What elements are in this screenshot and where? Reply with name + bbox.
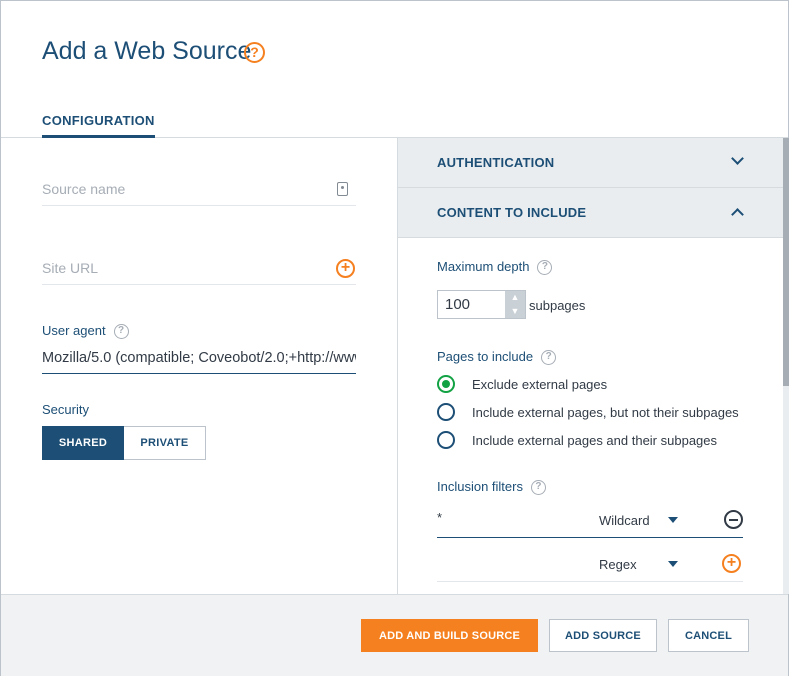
radio-button[interactable] bbox=[437, 431, 455, 449]
security-label: Security bbox=[42, 402, 89, 417]
modal-header: Add a Web Source ? CONFIGURATION bbox=[1, 1, 788, 138]
right-panel-scrollbar[interactable] bbox=[783, 138, 789, 594]
site-url-field: + bbox=[42, 253, 356, 285]
accordion-content-to-include[interactable]: CONTENT TO INCLUDE bbox=[398, 188, 783, 238]
maximum-depth-value[interactable]: 100 bbox=[438, 291, 505, 318]
modal-footer: ADD AND BUILD SOURCE ADD SOURCE CANCEL bbox=[1, 594, 788, 676]
radio-exclude-external[interactable]: Exclude external pages bbox=[437, 374, 607, 394]
chevron-up-icon[interactable]: ▲ bbox=[511, 293, 520, 302]
caret-down-icon[interactable] bbox=[668, 517, 678, 523]
help-icon[interactable]: ? bbox=[537, 260, 553, 276]
accordion-authentication[interactable]: AUTHENTICATION bbox=[398, 138, 783, 188]
pages-to-include-label: Pages to include? bbox=[437, 349, 557, 366]
radio-button[interactable] bbox=[437, 375, 455, 393]
add-source-button[interactable]: ADD SOURCE bbox=[549, 619, 657, 652]
subpages-suffix: subpages bbox=[529, 298, 586, 313]
chevron-down-icon[interactable]: ▼ bbox=[511, 306, 520, 316]
user-agent-label: User agent? bbox=[42, 323, 129, 340]
help-icon[interactable]: ? bbox=[530, 480, 546, 496]
chevron-down-icon bbox=[731, 152, 744, 165]
caret-down-icon[interactable] bbox=[668, 561, 678, 567]
add-web-source-modal: Add a Web Source ? CONFIGURATION + User … bbox=[0, 0, 789, 676]
filter-type-select[interactable]: Regex bbox=[599, 557, 637, 572]
inclusion-filter-row: * Wildcard bbox=[437, 502, 743, 538]
stepper-buttons[interactable]: ▲ ▼ bbox=[505, 291, 525, 318]
add-and-build-source-button[interactable]: ADD AND BUILD SOURCE bbox=[361, 619, 538, 652]
security-private-button[interactable]: PRIVATE bbox=[124, 426, 206, 460]
radio-include-external-with-subpages[interactable]: Include external pages and their subpage… bbox=[437, 430, 717, 450]
left-panel: + User agent? Mozilla/5.0 (compatible; C… bbox=[1, 138, 397, 594]
scrollbar-thumb[interactable] bbox=[783, 138, 789, 386]
page-title: Add a Web Source bbox=[42, 37, 252, 65]
maximum-depth-stepper[interactable]: 100 ▲ ▼ bbox=[437, 290, 526, 319]
site-url-input[interactable] bbox=[42, 253, 322, 283]
source-name-field bbox=[42, 174, 356, 206]
inclusion-filters-label: Inclusion filters? bbox=[437, 479, 546, 496]
source-name-input[interactable] bbox=[42, 174, 322, 204]
maximum-depth-label: Maximum depth? bbox=[437, 259, 553, 276]
accordion-label: AUTHENTICATION bbox=[437, 155, 555, 170]
security-toggle: SHARED PRIVATE bbox=[42, 426, 206, 460]
right-panel: AUTHENTICATION CONTENT TO INCLUDE Maximu… bbox=[397, 138, 783, 594]
help-icon[interactable]: ? bbox=[113, 324, 129, 340]
add-circle-icon[interactable]: + bbox=[722, 554, 741, 573]
security-shared-button[interactable]: SHARED bbox=[42, 426, 124, 460]
filter-type-select[interactable]: Wildcard bbox=[599, 513, 650, 528]
user-agent-input[interactable]: Mozilla/5.0 (compatible; Coveobot/2.0;+h… bbox=[42, 344, 356, 374]
tab-configuration[interactable]: CONFIGURATION bbox=[42, 113, 155, 138]
question-circle-icon[interactable]: ? bbox=[244, 42, 265, 63]
inclusion-filter-row: Regex + bbox=[437, 546, 743, 582]
id-card-icon bbox=[337, 182, 348, 196]
radio-include-external-no-subpages[interactable]: Include external pages, but not their su… bbox=[437, 402, 739, 422]
remove-circle-icon[interactable] bbox=[724, 510, 743, 529]
chevron-up-icon bbox=[731, 208, 744, 221]
cancel-button[interactable]: CANCEL bbox=[668, 619, 749, 652]
filter-value-input[interactable]: * bbox=[437, 510, 442, 525]
radio-button[interactable] bbox=[437, 403, 455, 421]
accordion-label: CONTENT TO INCLUDE bbox=[437, 205, 587, 220]
add-circle-icon[interactable]: + bbox=[336, 259, 355, 278]
help-icon[interactable]: ? bbox=[541, 350, 557, 366]
